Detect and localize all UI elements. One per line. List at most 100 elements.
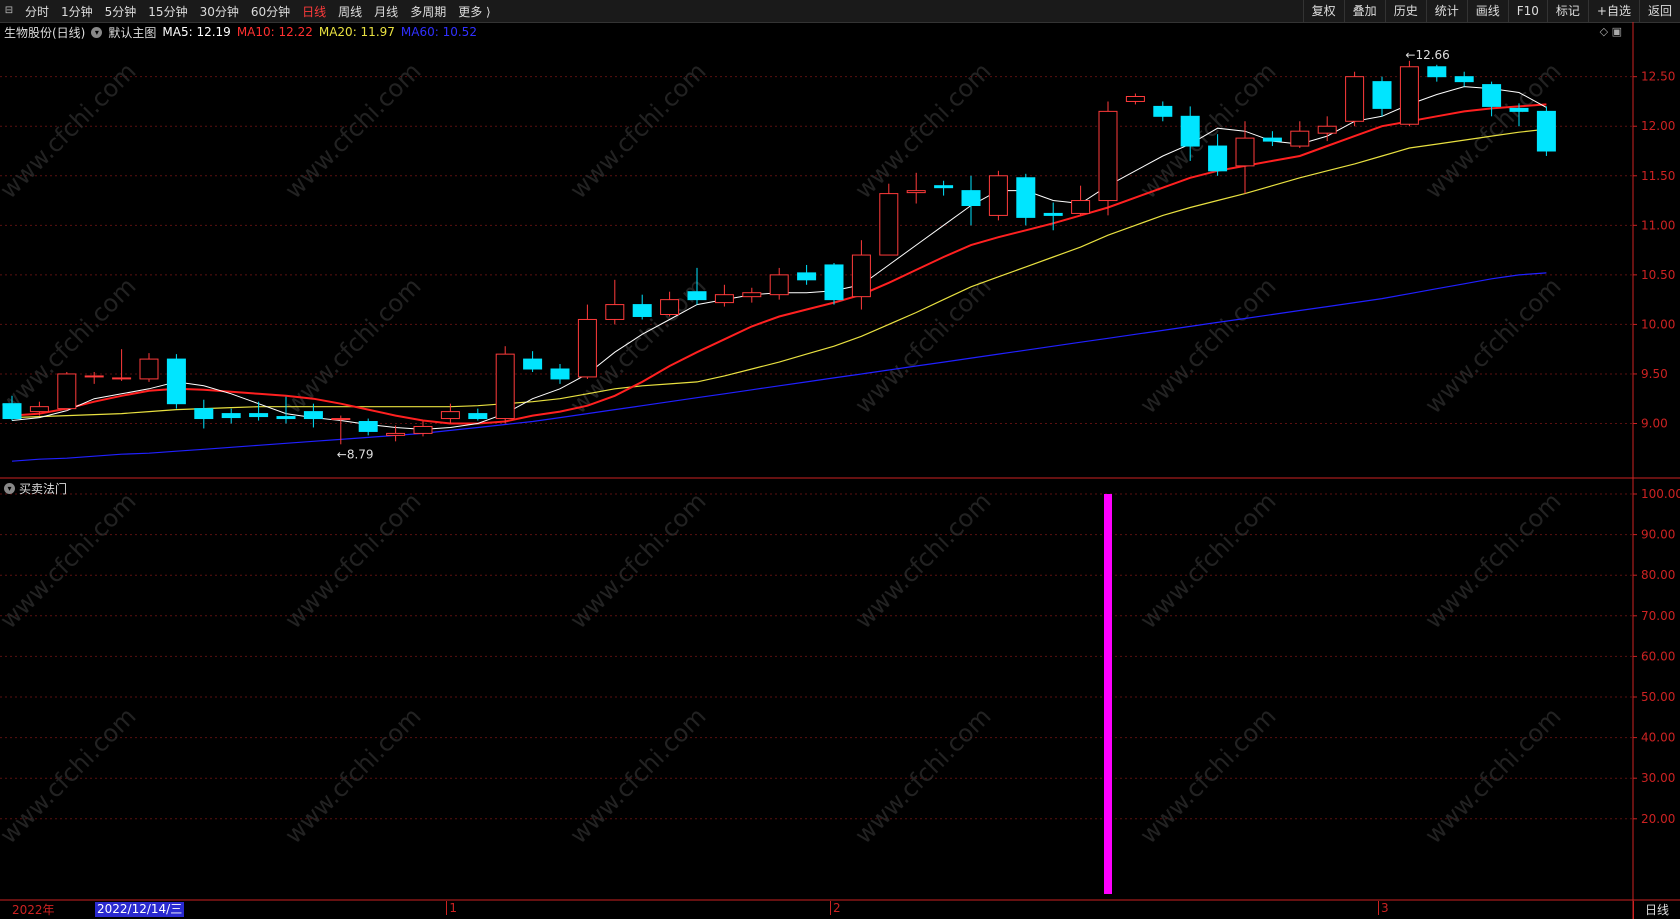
- watermark-10: www.cfchi.com: [1134, 272, 1281, 419]
- candle-32: [879, 183, 899, 256]
- watermark-23: www.cfchi.com: [1419, 702, 1566, 849]
- candle-body-47: [1290, 130, 1310, 147]
- year-label: 2022年: [12, 903, 55, 917]
- candle-13: [358, 418, 378, 436]
- candle-body-37: [1016, 177, 1036, 218]
- candle-body-30: [824, 264, 844, 301]
- candle-body-9: [249, 413, 269, 418]
- watermark-14: www.cfchi.com: [564, 487, 711, 634]
- sub-ytick-label-5: 70.00: [1641, 609, 1675, 623]
- candle-31: [851, 240, 871, 310]
- sub-ytick-label-6: 80.00: [1641, 568, 1675, 582]
- candle-body-32: [879, 193, 899, 256]
- candle-body-19: [523, 358, 543, 370]
- candle-4: [112, 349, 132, 381]
- candle-45: [1235, 121, 1255, 194]
- candle-51: [1399, 60, 1419, 127]
- candle-body-12: [331, 418, 351, 421]
- candle-33: [906, 172, 926, 204]
- main-ytick-label-5: 11.50: [1641, 169, 1675, 183]
- candle-38: [1043, 202, 1063, 231]
- candle-9: [249, 401, 269, 421]
- candle-48: [1317, 116, 1337, 142]
- candle-body-24: [660, 299, 680, 315]
- candle-body-27: [742, 292, 762, 298]
- cursor-date: 2022/12/14/三: [95, 902, 185, 917]
- candle-body-34: [934, 185, 954, 189]
- candle-19: [523, 351, 543, 372]
- candle-6: [166, 354, 186, 409]
- period-indicator[interactable]: 日线: [1633, 901, 1680, 919]
- candle-5: [139, 353, 159, 382]
- sub-panel-legend: ▾ 买卖法门: [4, 480, 67, 497]
- candle-body-53: [1454, 76, 1474, 83]
- candle-body-51: [1399, 66, 1419, 125]
- sub-ytick-label-2: 40.00: [1641, 731, 1675, 745]
- watermark-11: www.cfchi.com: [1419, 272, 1566, 419]
- candle-body-0: [2, 403, 22, 420]
- chart-canvas[interactable]: www.cfchi.com www.cfchi.com www.cfchi.com w…: [0, 0, 1680, 919]
- candle-39: [1071, 185, 1091, 216]
- candle-2: [57, 371, 77, 411]
- candle-body-4: [112, 377, 132, 380]
- watermark-2: www.cfchi.com: [564, 57, 711, 204]
- candle-body-50: [1372, 81, 1392, 109]
- candle-body-46: [1262, 137, 1282, 142]
- candle-body-54: [1482, 84, 1502, 107]
- candle-22: [605, 279, 625, 325]
- candle-body-18: [495, 353, 515, 420]
- candle-47: [1290, 121, 1310, 149]
- candle-body-3: [84, 375, 104, 378]
- month-tick-0: 1: [446, 901, 457, 915]
- month-tick-1: 2: [830, 901, 841, 915]
- candle-body-8: [221, 413, 241, 419]
- month-tick-2: 3: [1378, 901, 1389, 915]
- watermark-16: www.cfchi.com: [1134, 487, 1281, 634]
- candle-body-43: [1180, 115, 1200, 147]
- candle-17: [468, 408, 488, 421]
- watermark-13: www.cfchi.com: [279, 487, 426, 634]
- watermark-9: www.cfchi.com: [849, 272, 996, 419]
- candle-body-49: [1345, 76, 1365, 122]
- candle-body-48: [1317, 125, 1337, 134]
- watermark-21: www.cfchi.com: [849, 702, 996, 849]
- candle-body-44: [1208, 145, 1228, 172]
- candle-body-14: [386, 432, 406, 436]
- watermark-12: www.cfchi.com: [0, 487, 141, 634]
- watermark-15: www.cfchi.com: [849, 487, 996, 634]
- candle-36: [988, 170, 1008, 221]
- candle-body-5: [139, 358, 159, 380]
- candle-body-25: [687, 291, 707, 301]
- candle-body-56: [1536, 110, 1556, 152]
- candle-body-2: [57, 373, 77, 410]
- ma60-line: [11, 272, 1547, 462]
- candle-body-7: [194, 408, 214, 420]
- candle-body-55: [1509, 107, 1529, 112]
- candle-body-40: [1098, 110, 1118, 202]
- candle-53: [1454, 71, 1474, 87]
- sub-panel-title[interactable]: 买卖法门: [19, 480, 67, 497]
- candle-body-41: [1125, 96, 1145, 102]
- main-ytick-label-0: 9.00: [1641, 417, 1668, 431]
- candle-27: [742, 287, 762, 303]
- candle-body-6: [166, 358, 186, 405]
- sub-settings-icon[interactable]: ▾: [4, 483, 15, 494]
- candle-52: [1427, 64, 1447, 82]
- candle-34: [934, 180, 954, 196]
- candle-49: [1345, 71, 1365, 127]
- candle-40: [1098, 101, 1118, 216]
- candle-body-31: [851, 254, 871, 298]
- candle-56: [1536, 106, 1556, 156]
- candle-body-17: [468, 413, 488, 420]
- watermark-17: www.cfchi.com: [1419, 487, 1566, 634]
- ma5-line: [11, 86, 1547, 430]
- sub-ytick-label-0: 20.00: [1641, 812, 1675, 826]
- candle-26: [714, 284, 734, 307]
- extreme-label-1: ←12.66: [1405, 48, 1449, 62]
- candle-46: [1262, 131, 1282, 147]
- candle-body-42: [1153, 105, 1173, 117]
- sub-ytick-label-4: 60.00: [1641, 649, 1675, 663]
- candle-23: [632, 294, 652, 320]
- candle-8: [221, 408, 241, 424]
- candle-body-10: [276, 416, 296, 420]
